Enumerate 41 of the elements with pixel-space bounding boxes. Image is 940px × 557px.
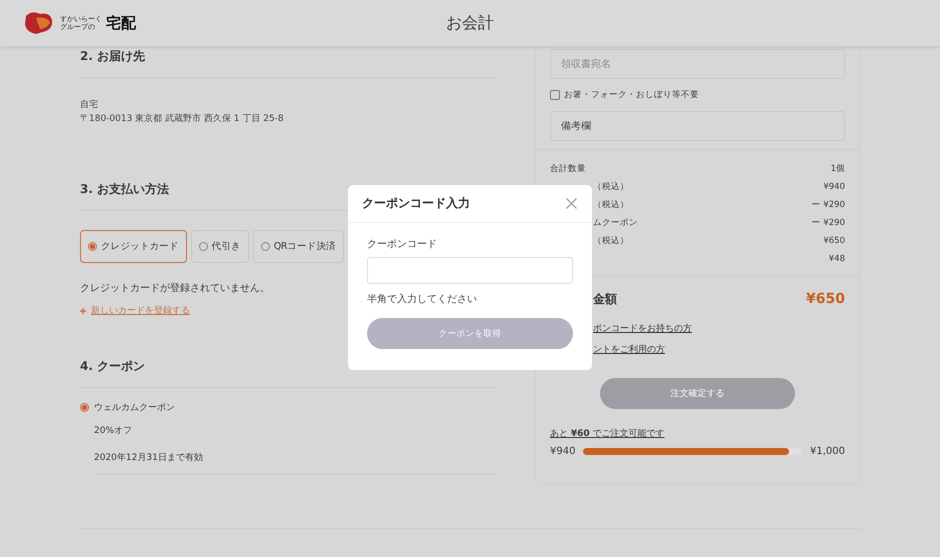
coupon-code-field[interactable] — [367, 257, 573, 284]
close-icon[interactable] — [566, 198, 577, 209]
summary-label: 合計数量 — [550, 163, 586, 175]
coupon-radio[interactable] — [80, 403, 89, 412]
card-notice: クレジットカードが登録されていません。 — [80, 282, 270, 295]
field-label: クーポンコード — [367, 238, 438, 251]
text-link[interactable]: ポンコードをお持ちの方 — [593, 322, 859, 335]
total-label: 金額 — [593, 291, 617, 308]
receipt-name-field[interactable]: 領収書宛名 — [550, 49, 845, 79]
payment-option[interactable]: QRコード決済 — [252, 230, 344, 263]
summary-label: （税込） — [593, 235, 629, 247]
summary-label: （税込） — [593, 199, 629, 211]
dialog-title: クーポンコード入力 — [362, 195, 470, 212]
field-hint: 半角で入力してください — [367, 292, 478, 306]
summary-label: ムクーポン — [593, 217, 638, 229]
progress-end: ¥1,000 — [810, 446, 845, 457]
address-text: 〒180-0013 東京都 武蔵野市 西久保 1 丁目 25-8 — [80, 112, 285, 126]
page-title: お会計 — [445, 12, 495, 34]
checkbox-label: お箸・フォーク・おしぼり等不要 — [564, 89, 699, 101]
checkbox[interactable] — [550, 90, 560, 100]
payment-option[interactable]: 代引き — [190, 230, 249, 263]
coupon-expiry: 2020年12月31日まで有効 — [94, 452, 204, 464]
coupon-name: ウェルカムクーポン — [94, 402, 175, 414]
section-heading: 2. お届け先 — [80, 46, 495, 78]
payment-option[interactable]: クレジットカード — [80, 230, 187, 263]
summary-label: （税込） — [593, 181, 629, 193]
summary-value: ¥650 — [823, 236, 845, 246]
summary-value: ¥48 — [828, 254, 845, 264]
total-amount: ¥650 — [806, 291, 845, 308]
minimum-order-message: あと ¥60 でご注文可能です — [550, 428, 666, 440]
coupon-discount: 20%オフ — [94, 425, 134, 437]
progress-start: ¥940 — [550, 446, 576, 457]
summary-value: ー ¥290 — [812, 199, 845, 211]
summary-value: 1個 — [830, 163, 845, 175]
notes-field[interactable]: 備考欄 — [550, 111, 845, 141]
summary-value: ¥940 — [823, 182, 845, 192]
address-label: 自宅 — [80, 98, 99, 112]
summary-value: ー ¥290 — [812, 217, 845, 229]
logo-text: 宅配 — [106, 14, 136, 32]
plus-icon — [80, 308, 86, 314]
text-link[interactable]: ントをご利用の方 — [593, 343, 859, 356]
